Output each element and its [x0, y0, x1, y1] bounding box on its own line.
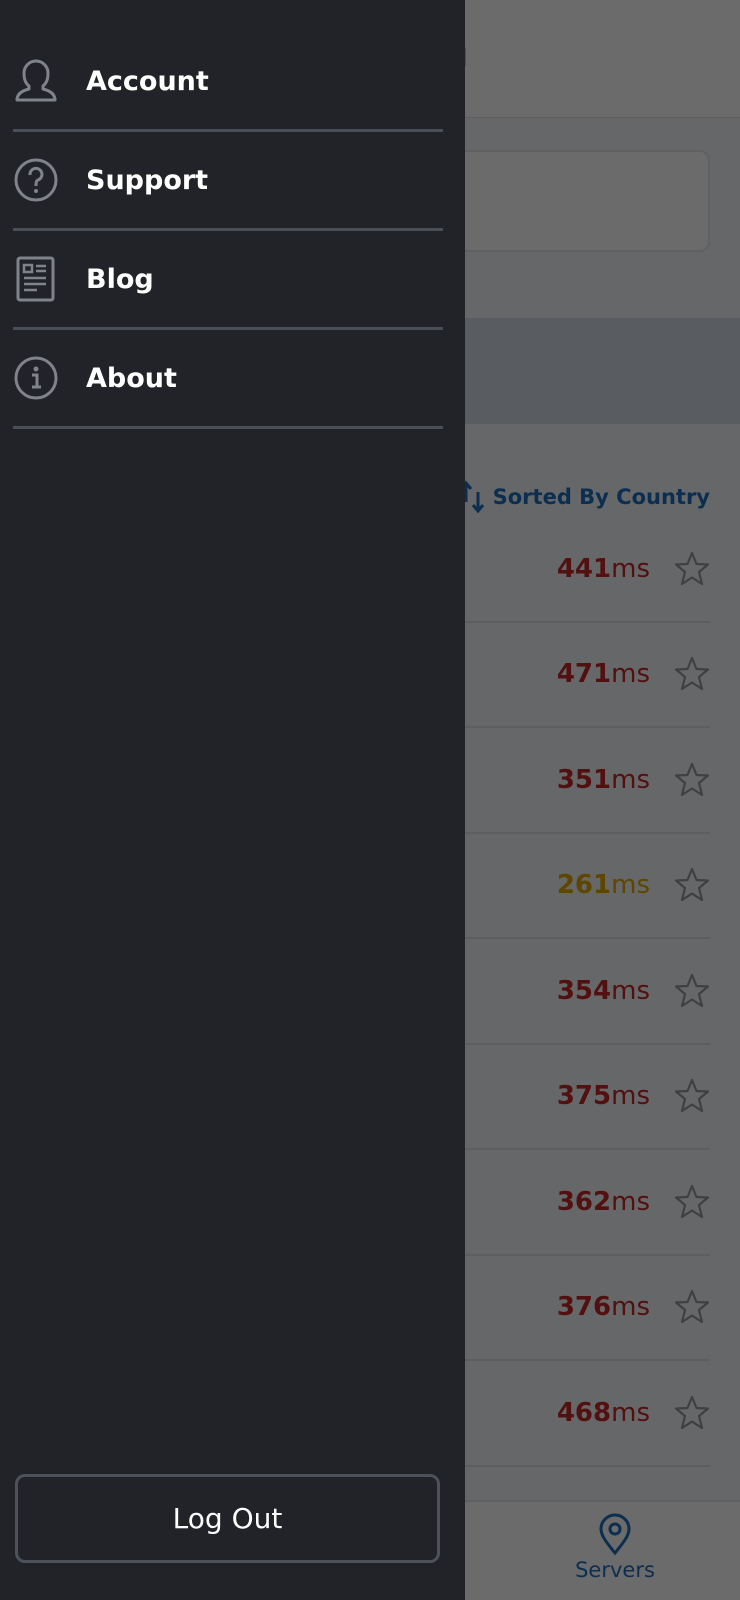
drawer-item-label: Support [86, 164, 209, 196]
help-circle-icon [13, 157, 59, 203]
newspaper-icon [13, 256, 59, 302]
drawer-item-account[interactable]: Account [13, 33, 443, 132]
navigation-drawer: Account Support Blog About Log Out [0, 0, 465, 1600]
drawer-item-label: Account [86, 65, 209, 97]
user-icon [13, 58, 59, 104]
logout-button[interactable]: Log Out [15, 1474, 440, 1563]
drawer-item-label: Blog [86, 263, 154, 295]
drawer-item-label: About [86, 362, 177, 394]
info-icon [13, 355, 59, 401]
drawer-menu: Account Support Blog About [13, 33, 443, 429]
drawer-item-support[interactable]: Support [13, 132, 443, 231]
drawer-item-about[interactable]: About [13, 330, 443, 429]
drawer-item-blog[interactable]: Blog [13, 231, 443, 330]
